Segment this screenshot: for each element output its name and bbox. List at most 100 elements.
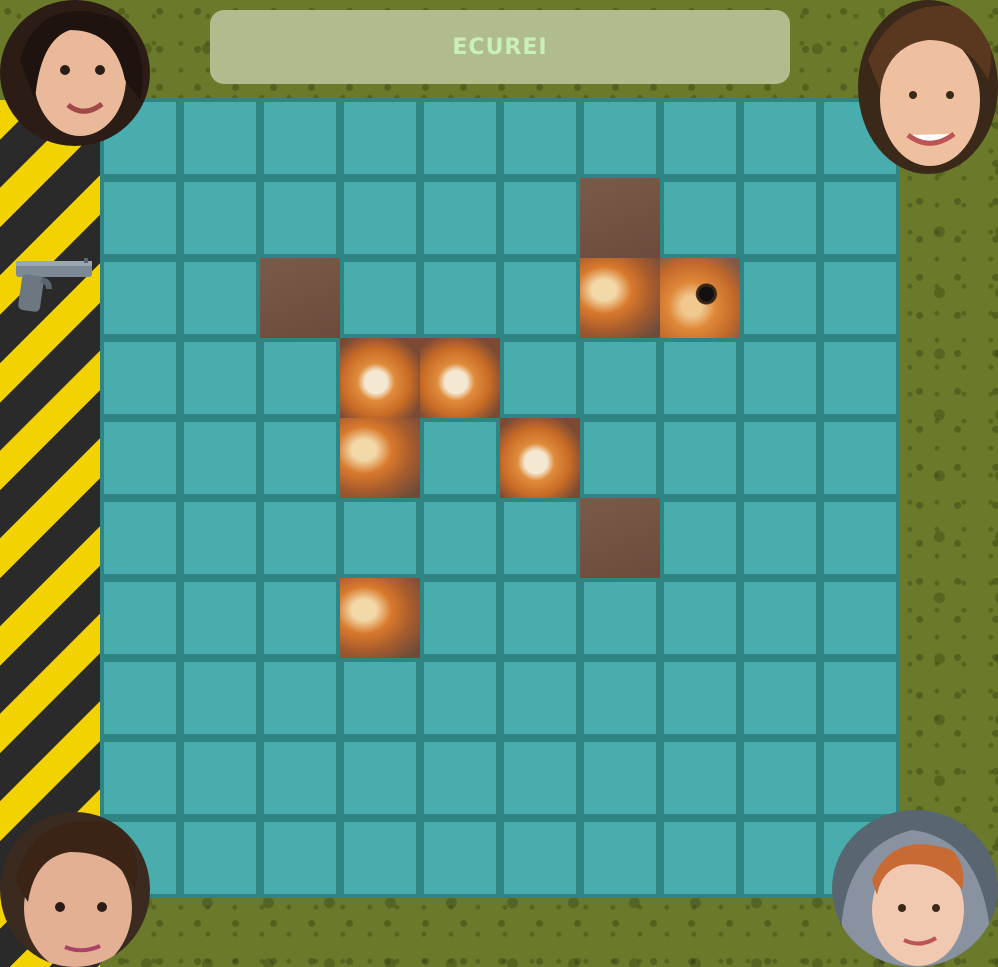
hidden-tile[interactable] [424, 742, 496, 814]
hidden-tile[interactable] [664, 422, 736, 494]
hidden-tile[interactable] [744, 182, 816, 254]
hidden-tile[interactable] [264, 582, 336, 654]
pistol-icon[interactable] [10, 255, 96, 315]
hidden-tile[interactable] [584, 342, 656, 414]
hidden-tile[interactable] [104, 582, 176, 654]
hidden-tile[interactable] [184, 262, 256, 334]
hidden-tile[interactable] [504, 662, 576, 734]
hidden-tile[interactable] [344, 182, 416, 254]
hidden-tile[interactable] [824, 662, 896, 734]
hidden-tile[interactable] [104, 502, 176, 574]
hidden-tile[interactable] [424, 822, 496, 894]
hidden-tile[interactable] [744, 582, 816, 654]
hidden-tile[interactable] [664, 502, 736, 574]
hidden-tile[interactable] [184, 102, 256, 174]
hidden-tile[interactable] [664, 582, 736, 654]
hidden-tile[interactable] [584, 742, 656, 814]
hidden-tile[interactable] [184, 662, 256, 734]
hidden-tile[interactable] [504, 102, 576, 174]
hidden-tile[interactable] [184, 182, 256, 254]
revealed-tile [420, 338, 500, 418]
hidden-tile[interactable] [584, 422, 656, 494]
hidden-tile[interactable] [424, 422, 496, 494]
hidden-tile[interactable] [264, 662, 336, 734]
hidden-tile[interactable] [104, 342, 176, 414]
hidden-tile[interactable] [824, 502, 896, 574]
hidden-tile[interactable] [424, 262, 496, 334]
hidden-tile[interactable] [184, 342, 256, 414]
hidden-tile[interactable] [344, 102, 416, 174]
hidden-tile[interactable] [744, 742, 816, 814]
hidden-tile[interactable] [264, 182, 336, 254]
hidden-tile[interactable] [664, 342, 736, 414]
hidden-tile[interactable] [824, 262, 896, 334]
hidden-tile[interactable] [264, 822, 336, 894]
game-title: ECUREI [452, 34, 548, 60]
hidden-tile[interactable] [424, 662, 496, 734]
hidden-tile[interactable] [504, 262, 576, 334]
revealed-tile [500, 418, 580, 498]
player-avatar-bottom-right [832, 810, 998, 967]
hidden-tile[interactable] [264, 422, 336, 494]
hidden-tile[interactable] [744, 662, 816, 734]
hidden-tile[interactable] [264, 102, 336, 174]
hidden-tile[interactable] [584, 822, 656, 894]
hidden-tile[interactable] [504, 822, 576, 894]
hidden-tile[interactable] [504, 742, 576, 814]
hidden-tile[interactable] [104, 182, 176, 254]
hidden-tile[interactable] [744, 822, 816, 894]
revealed-tile [260, 258, 340, 338]
hidden-tile[interactable] [504, 342, 576, 414]
hidden-tile[interactable] [824, 342, 896, 414]
player-avatar-bottom-left [0, 812, 150, 967]
hidden-tile[interactable] [184, 502, 256, 574]
revealed-tile [340, 418, 420, 498]
hidden-tile[interactable] [104, 422, 176, 494]
hidden-tile[interactable] [744, 502, 816, 574]
hidden-tile[interactable] [744, 342, 816, 414]
hidden-tile[interactable] [824, 582, 896, 654]
hidden-tile[interactable] [584, 662, 656, 734]
hidden-tile[interactable] [744, 262, 816, 334]
hidden-tile[interactable] [344, 662, 416, 734]
hidden-tile[interactable] [424, 582, 496, 654]
hidden-tile[interactable] [584, 582, 656, 654]
hidden-tile[interactable] [584, 102, 656, 174]
hidden-tile[interactable] [344, 822, 416, 894]
hidden-tile[interactable] [184, 422, 256, 494]
revealed-tile [580, 258, 660, 338]
hidden-tile[interactable] [424, 182, 496, 254]
hidden-tile[interactable] [824, 422, 896, 494]
hidden-tile[interactable] [504, 182, 576, 254]
hidden-tile[interactable] [344, 502, 416, 574]
hidden-tile[interactable] [424, 502, 496, 574]
hidden-tile[interactable] [104, 742, 176, 814]
hidden-tile[interactable] [504, 502, 576, 574]
hidden-tile[interactable] [264, 742, 336, 814]
hidden-tile[interactable] [184, 582, 256, 654]
hidden-tile[interactable] [264, 342, 336, 414]
hidden-tile[interactable] [344, 742, 416, 814]
revealed-tile [660, 258, 740, 338]
hidden-tile[interactable] [824, 742, 896, 814]
hidden-tile[interactable] [664, 662, 736, 734]
revealed-tile [340, 578, 420, 658]
hidden-tile[interactable] [824, 182, 896, 254]
hidden-tile[interactable] [664, 822, 736, 894]
hidden-tile[interactable] [664, 742, 736, 814]
hidden-tile[interactable] [104, 662, 176, 734]
hidden-tile[interactable] [344, 262, 416, 334]
title-bar: ECUREI [210, 10, 790, 84]
hidden-tile[interactable] [504, 582, 576, 654]
hidden-tile[interactable] [104, 262, 176, 334]
revealed-tile [580, 178, 660, 258]
hidden-tile[interactable] [184, 822, 256, 894]
hidden-tile[interactable] [664, 182, 736, 254]
hidden-tile[interactable] [424, 102, 496, 174]
hidden-tile[interactable] [664, 102, 736, 174]
hidden-tile[interactable] [264, 502, 336, 574]
hidden-tile[interactable] [744, 102, 816, 174]
hidden-tile[interactable] [184, 742, 256, 814]
revealed-tile [340, 338, 420, 418]
hidden-tile[interactable] [744, 422, 816, 494]
